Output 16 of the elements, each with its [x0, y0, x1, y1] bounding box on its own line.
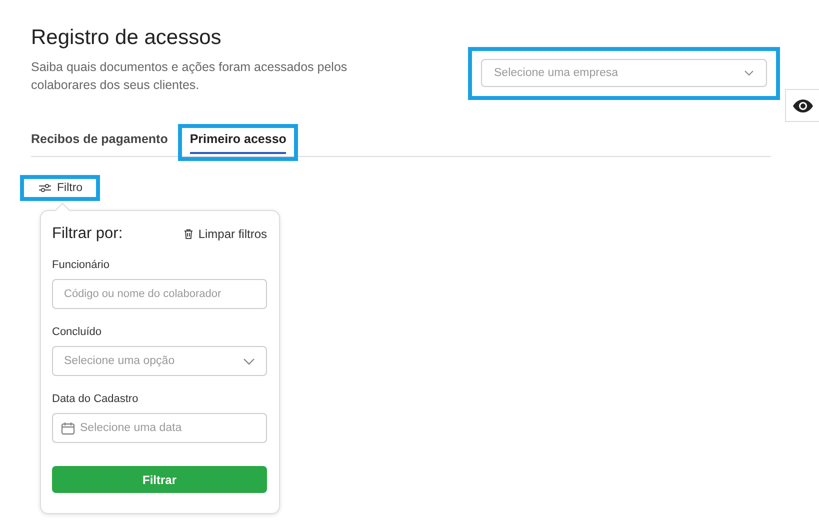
field-label: Funcionário	[52, 259, 110, 271]
employee-input-field[interactable]: Código ou nome do colaborador	[52, 279, 267, 309]
clear-filters-link[interactable]: Limpar filtros	[184, 227, 267, 241]
chevron-down-icon	[243, 358, 255, 364]
eye-icon	[792, 98, 814, 112]
page-description: Saiba quais documentos e ações foram acessados pelos colaborares dos seus clientes.	[31, 59, 348, 94]
calendar-icon	[61, 422, 75, 434]
chevron-down-icon	[744, 70, 754, 76]
field-label: Data do Cadastro	[52, 393, 140, 405]
field-label: Concluído	[52, 326, 103, 338]
trash-icon	[184, 229, 194, 239]
sliders-icon	[39, 184, 51, 192]
filter-title: Filtrar por:	[52, 225, 123, 243]
page-title: Registro de acessos	[31, 26, 222, 50]
tab[interactable]: Recibos de pagamento	[31, 128, 168, 154]
visibility-button[interactable]	[785, 89, 819, 122]
